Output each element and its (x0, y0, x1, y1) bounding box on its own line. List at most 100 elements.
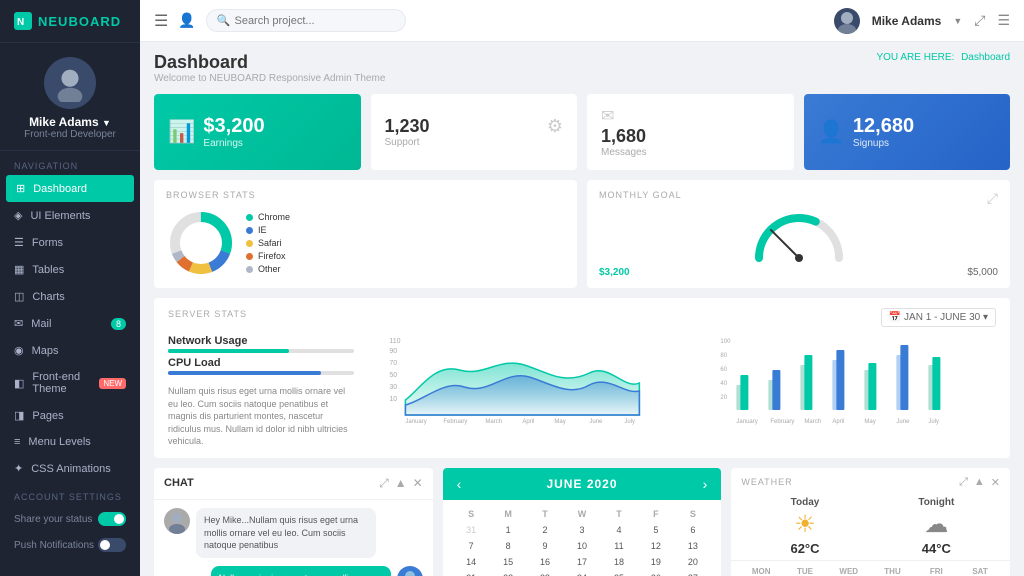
today-label: Today (791, 497, 820, 508)
browser-donut-chart (166, 208, 236, 278)
tonight-temp: 44°C (922, 541, 951, 556)
page-subtitle: Welcome to NEUBOARD Responsive Admin The… (154, 73, 385, 84)
css-icon: ✦ (14, 462, 23, 475)
share-status-row: Share your status (0, 506, 140, 532)
username-arrow[interactable]: ▼ (953, 16, 962, 26)
earnings-icon: 📊 (168, 119, 195, 145)
svg-text:March: March (486, 419, 503, 425)
avatar (44, 57, 96, 109)
svg-text:July: July (625, 419, 636, 425)
svg-text:April: April (833, 419, 845, 425)
sidebar-item-tables[interactable]: ▦ Tables (0, 256, 140, 283)
today-temp: 62°C (790, 541, 819, 556)
svg-text:110: 110 (390, 338, 401, 345)
server-date-range[interactable]: 📅 JAN 1 - JUNE 30 ▾ (881, 308, 996, 327)
weather-close-icon[interactable]: ✕ (991, 476, 1000, 489)
calendar-row-3: 14 15 16 17 18 19 20 (453, 554, 712, 570)
calendar-next-button[interactable]: › (703, 476, 708, 492)
dashboard-icon: ⊞ (16, 182, 25, 195)
browser-legend: Chrome IE Safari Firefox Other (246, 212, 290, 274)
earnings-card: 📊 $3,200 Earnings (154, 94, 361, 170)
share-status-toggle[interactable] (98, 512, 126, 526)
weather-title: WEATHER (741, 477, 792, 487)
sidebar-item-mail[interactable]: ✉ Mail 8 (0, 310, 140, 337)
weather-expand-icon[interactable]: ⤢ (959, 476, 968, 489)
search-box[interactable]: 🔍 (206, 9, 406, 32)
svg-text:50: 50 (390, 372, 398, 379)
hamburger-icon[interactable]: ☰ (154, 11, 168, 31)
chat-close-icon[interactable]: ✕ (413, 476, 423, 491)
chat-header: CHAT ⤢ ▲ ✕ (154, 468, 433, 500)
sidebar: N NEUBOARD Mike Adams ▼ Front-end Develo… (0, 0, 140, 576)
svg-text:July: July (929, 419, 940, 425)
new-badge: NEW (99, 378, 126, 389)
support-icon: ⚙ (547, 116, 563, 137)
page-header: Dashboard Welcome to NEUBOARD Responsive… (154, 52, 1010, 84)
signups-value: 12,680 (853, 115, 914, 138)
sidebar-item-label: Maps (32, 345, 59, 357)
account-label: ACCOUNT SETTINGS (0, 482, 140, 506)
menu-dots-icon[interactable]: ☰ (997, 12, 1010, 29)
sidebar-item-css-animations[interactable]: ✦ CSS Animations (0, 455, 140, 482)
tonight-icon: ☁ (924, 510, 948, 539)
bottom-row: CHAT ⤢ ▲ ✕ Hey Mike...Nullam quis risus … (154, 468, 1010, 576)
breadcrumb: YOU ARE HERE: Dashboard (876, 52, 1010, 63)
chat-bubble-left: Hey Mike...Nullam quis risus eget urna m… (196, 508, 376, 558)
charts-icon: ◫ (14, 290, 24, 303)
messages-card: ✉ 1,680 Messages (587, 94, 794, 170)
weather-day-tue: TUE ⛅ 39°C (795, 567, 815, 576)
svg-text:May: May (555, 419, 566, 425)
svg-text:January: January (737, 419, 758, 425)
search-input[interactable] (234, 15, 364, 27)
sidebar-logo: N NEUBOARD (0, 0, 140, 43)
sidebar-item-forms[interactable]: ☰ Forms (0, 229, 140, 256)
push-notifications-label: Push Notifications (14, 540, 94, 551)
monthly-current: $3,200 (599, 267, 630, 278)
topbar-right: Mike Adams ▼ ⤢ ☰ (834, 8, 1010, 34)
server-stats-section: SERVER STATS 📅 JAN 1 - JUNE 30 ▾ Network… (154, 298, 1010, 458)
svg-text:March: March (805, 419, 822, 425)
monthly-expand-icon[interactable]: ⤢ (987, 190, 998, 207)
chat-message-right: Nullam quis risus eget urna mollis ornar… (164, 566, 423, 576)
signups-label: Signups (853, 138, 914, 149)
chat-avatar-right (397, 566, 423, 576)
svg-text:80: 80 (721, 353, 728, 359)
share-status-label: Share your status (14, 514, 92, 525)
chat-expand-icon[interactable]: ⤢ (379, 476, 389, 491)
sidebar-item-ui-elements[interactable]: ◈ UI Elements (0, 202, 140, 229)
profile-name: Mike Adams ▼ (29, 115, 111, 129)
sidebar-item-maps[interactable]: ◉ Maps (0, 337, 140, 364)
avatar-image (51, 64, 89, 102)
chat-header-icons: ⤢ ▲ ✕ (379, 476, 423, 491)
chat-minimize-icon[interactable]: ▲ (395, 476, 407, 491)
browser-stats-card: BROWSER STATS Chrome (154, 180, 577, 288)
sidebar-item-pages[interactable]: ◨ Pages (0, 402, 140, 429)
svg-text:20: 20 (721, 395, 728, 401)
weather-day-fri: FRI ⛅ 40°C (926, 567, 946, 576)
calendar-prev-button[interactable]: ‹ (457, 476, 462, 492)
expand-icon[interactable]: ⤢ (974, 12, 985, 29)
logo-icon: N (14, 12, 32, 30)
calendar-days-header: S M T W T F S (453, 506, 712, 522)
sidebar-item-menu-levels[interactable]: ≡ Menu Levels (0, 429, 140, 455)
chat-bubble-right: Nullam quis risus eget urna mollis ornar… (211, 566, 391, 576)
svg-text:60: 60 (721, 367, 728, 373)
sidebar-item-label: Pages (32, 410, 63, 422)
sidebar-item-frontend-theme[interactable]: ◧ Front-end Theme NEW (0, 364, 140, 402)
calendar-row-2: 7 8 9 10 11 12 13 (453, 538, 712, 554)
svg-text:January: January (406, 419, 427, 425)
weather-minimize-icon[interactable]: ▲ (974, 476, 985, 489)
logo-text: NEUBOARD (38, 14, 121, 29)
page-title: Dashboard (154, 52, 385, 73)
forms-icon: ☰ (14, 236, 24, 249)
network-usage-label: Network Usage (168, 335, 354, 347)
browser-stats-title: BROWSER STATS (166, 190, 565, 200)
support-label: Support (385, 137, 430, 148)
maps-icon: ◉ (14, 344, 24, 357)
signups-icon: 👤 (818, 119, 845, 145)
svg-text:90: 90 (390, 348, 398, 355)
sidebar-item-dashboard[interactable]: ⊞ Dashboard (6, 175, 134, 202)
sidebar-item-label: CSS Animations (31, 463, 110, 475)
sidebar-item-charts[interactable]: ◫ Charts (0, 283, 140, 310)
push-notifications-toggle[interactable] (98, 538, 126, 552)
